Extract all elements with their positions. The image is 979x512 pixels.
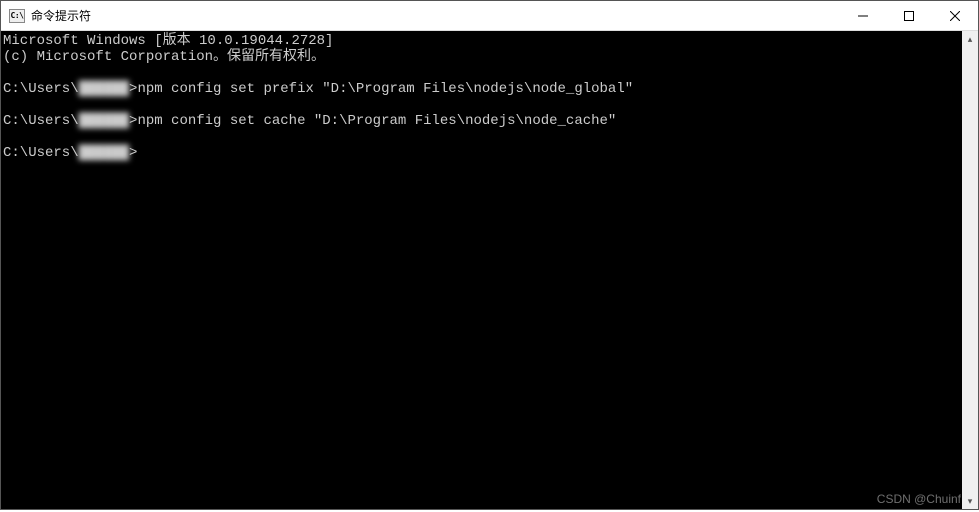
minimize-button[interactable] — [840, 1, 886, 30]
scroll-up-icon[interactable]: ▴ — [962, 31, 978, 47]
redacted-username: ██████ — [79, 81, 129, 97]
close-icon — [950, 11, 960, 21]
terminal-output[interactable]: Microsoft Windows [版本 10.0.19044.2728] (… — [1, 31, 962, 509]
maximize-button[interactable] — [886, 1, 932, 30]
redacted-username: ██████ — [79, 145, 129, 161]
vertical-scrollbar[interactable]: ▴ ▾ — [962, 31, 978, 509]
maximize-icon — [904, 11, 914, 21]
prompt-line: C:\Users\██████> — [3, 145, 137, 161]
prompt-line: C:\Users\██████>npm config set prefix "D… — [3, 81, 633, 97]
cmd-icon: C:\ — [9, 9, 25, 23]
cmd-window: C:\ 命令提示符 Microsoft Windows [版本 10.0.190… — [0, 0, 979, 510]
output-line: (c) Microsoft Corporation。保留所有权利。 — [3, 49, 325, 65]
titlebar[interactable]: C:\ 命令提示符 — [1, 1, 978, 31]
scroll-down-icon[interactable]: ▾ — [962, 493, 978, 509]
output-line: Microsoft Windows [版本 10.0.19044.2728] — [3, 33, 333, 49]
window-controls — [840, 1, 978, 30]
terminal-area: Microsoft Windows [版本 10.0.19044.2728] (… — [1, 31, 978, 509]
prompt-line: C:\Users\██████>npm config set cache "D:… — [3, 113, 616, 129]
redacted-username: ██████ — [79, 113, 129, 129]
window-title: 命令提示符 — [31, 7, 840, 24]
close-button[interactable] — [932, 1, 978, 30]
minimize-icon — [858, 11, 868, 21]
